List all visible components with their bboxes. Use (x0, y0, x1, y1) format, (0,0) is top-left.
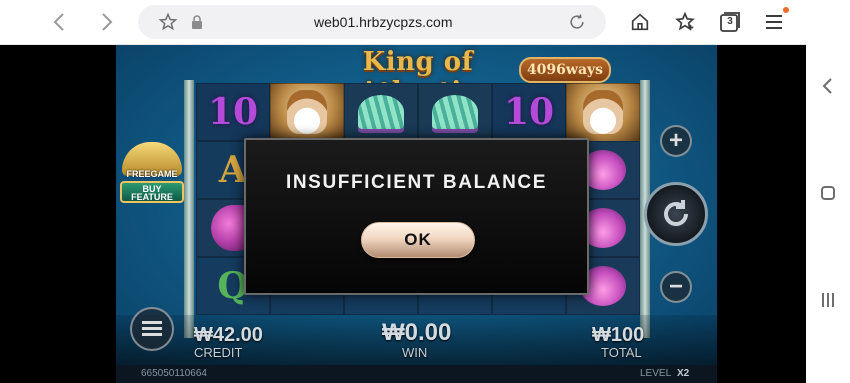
total-bet-value: ₩100 (592, 324, 645, 346)
ways-badge: 4096ways (519, 57, 611, 83)
insufficient-balance-dialog: INSUFFICIENT BALANCE OK (244, 138, 589, 295)
buy-feature-button[interactable]: FREEGAME BUY FEATURE (118, 142, 186, 208)
notification-dot (783, 7, 789, 13)
credit-value: ₩42.00 (194, 324, 263, 346)
game-footer: 665050110664 LEVEL X2 (116, 365, 717, 383)
tab-count: 3 (727, 16, 733, 27)
level-value: X2 (677, 368, 690, 379)
hamburger-icon (142, 321, 162, 337)
credit-label: CREDIT (194, 345, 243, 360)
home-icon[interactable] (629, 11, 651, 33)
freegame-label: FREEGAME (126, 169, 178, 179)
symbol-king (566, 83, 640, 141)
symbol-king (270, 83, 344, 141)
symbol-ten: 10 (196, 83, 270, 141)
favorites-icon[interactable] (674, 11, 696, 33)
win-value: ₩0.00 (382, 319, 452, 346)
buy-feature-label: BUY FEATURE (120, 181, 184, 203)
game-menu-button[interactable] (130, 307, 174, 351)
address-bar[interactable]: web01.hrbzycpzs.com (138, 5, 606, 39)
dialog-title: INSUFFICIENT BALANCE (285, 172, 548, 193)
bookmark-star-icon[interactable] (158, 12, 178, 32)
round-id: 665050110664 (141, 368, 207, 379)
reload-icon[interactable] (567, 12, 587, 32)
symbol-shell (344, 83, 418, 141)
win-label: WIN (402, 345, 428, 360)
spin-button[interactable] (644, 182, 708, 246)
level-label: LEVEL (640, 368, 672, 379)
left-pillar (184, 80, 194, 338)
forward-icon[interactable] (94, 10, 118, 34)
bet-increase-button[interactable]: + (660, 125, 692, 157)
menu-icon[interactable] (763, 11, 785, 33)
url-text[interactable]: web01.hrbzycpzs.com (314, 14, 453, 30)
right-letterbox (717, 45, 806, 383)
home-square-icon[interactable] (819, 184, 837, 202)
system-nav-bar (806, 0, 850, 383)
game-title: King of Atlantis (359, 47, 476, 107)
back-icon[interactable] (48, 10, 72, 34)
ok-button[interactable]: OK (361, 222, 475, 258)
symbol-ten: 10 (492, 83, 566, 141)
back-chevron-icon[interactable] (819, 77, 837, 95)
lock-icon (191, 15, 203, 29)
tabs-icon[interactable]: 3 (719, 11, 741, 33)
browser-toolbar: web01.hrbzycpzs.com 3 (0, 0, 806, 45)
spin-icon (664, 200, 688, 226)
bet-decrease-button[interactable]: − (660, 271, 692, 303)
left-letterbox (0, 45, 116, 383)
total-bet-label: TOTAL (601, 345, 642, 360)
recents-icon[interactable] (819, 291, 837, 309)
symbol-shell (418, 83, 492, 141)
buy-feature-line2: FEATURE (131, 192, 173, 202)
